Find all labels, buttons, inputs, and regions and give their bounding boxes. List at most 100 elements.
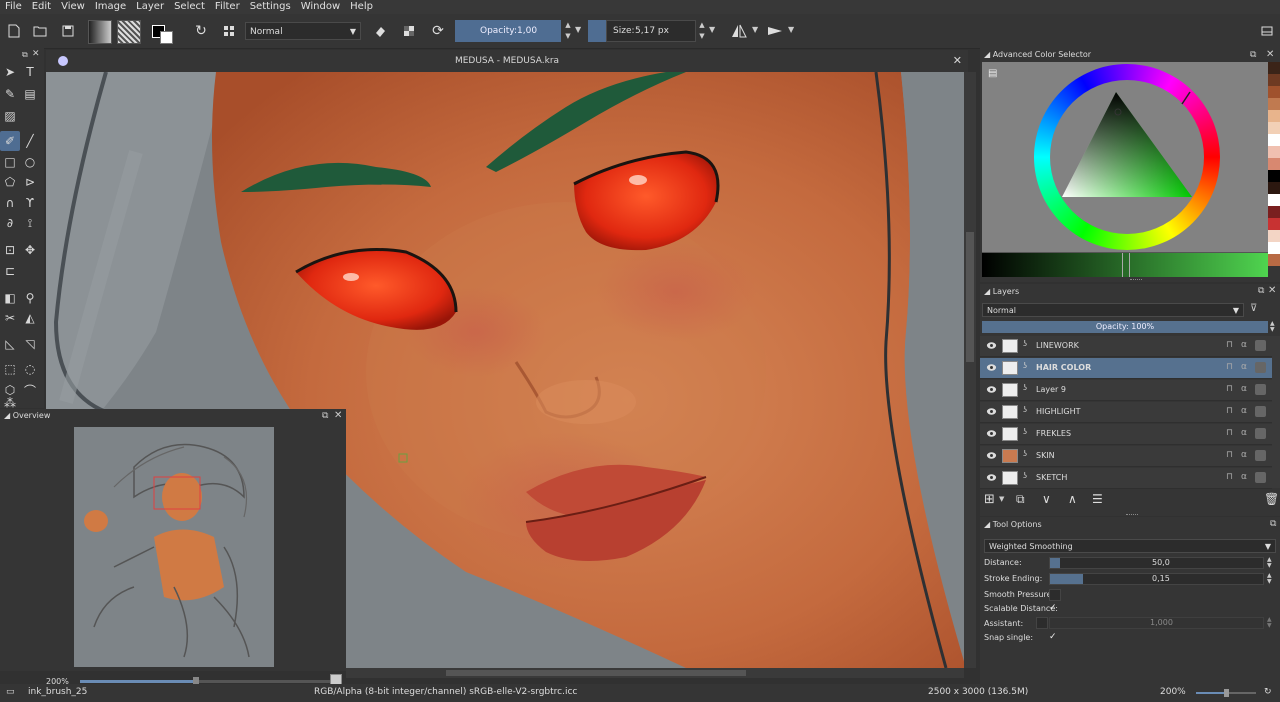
layer-blend-mode-select[interactable]: Normal ▼ [982,303,1244,317]
document-tab[interactable]: MEDUSA - MEDUSA.kra ✕ [46,50,968,72]
preserve-alpha-icon[interactable]: ↻ [190,20,212,42]
lock-icon[interactable]: ⊓ [1226,384,1236,395]
layer-opacity-slider[interactable]: Opacity: 100% [982,321,1268,333]
float-panel-icon[interactable]: ⧉ [1270,519,1276,529]
delete-layer-icon[interactable]: 🗑 [1264,492,1279,506]
overview-thumbnail[interactable] [74,427,274,667]
assistant-checkbox[interactable] [1036,617,1048,629]
calligraphy-tool-icon[interactable]: ▤ [20,84,40,104]
assistant-spinner[interactable]: ▲ ▼ [1267,617,1277,629]
close-icon[interactable]: ✕ [1268,285,1276,296]
bezier-tool-icon[interactable]: ∩ [0,193,20,213]
size-slider[interactable]: Size: 5,17 px [606,20,696,42]
layer-name[interactable]: HIGHLIGHT [1036,407,1081,416]
canvas-horizontal-scrollbar[interactable] [346,668,964,678]
layer-properties-icon[interactable]: ☰ [1092,492,1103,506]
gradient-preset-icon[interactable] [88,20,112,44]
move-layer-down-icon[interactable]: ∨ [1042,492,1051,506]
new-document-icon[interactable] [3,20,25,42]
gradient-edit-tool-icon[interactable]: ▨ [0,106,20,126]
blend-mode-select[interactable]: Normal ▼ [245,22,361,40]
zoom-level[interactable]: 200% [1160,687,1186,697]
color-selector-area[interactable]: ▤ [982,62,1268,252]
overview-zoom-slider[interactable] [80,677,330,686]
menu-layer[interactable]: Layer [131,0,169,14]
palette-swatch[interactable] [1268,254,1280,266]
scrollbar-thumb[interactable] [446,670,746,676]
transform-tool-icon[interactable]: ⊡ [0,240,20,260]
chevron-down-icon[interactable]: ▼ [709,25,715,34]
menu-image[interactable]: Image [90,0,131,14]
inherit-alpha-icon[interactable] [1255,472,1266,483]
palette-swatch[interactable] [1268,230,1280,242]
layer-name[interactable]: LINEWORK [1036,341,1079,350]
reload-preset-icon[interactable]: ⟳ [427,20,449,42]
layer-name[interactable]: Layer 9 [1036,385,1066,394]
close-icon[interactable]: ✕ [32,49,40,59]
distance-slider[interactable]: 50,0 [1049,557,1264,569]
lock-icon[interactable]: ⊓ [1226,362,1236,373]
float-panel-icon[interactable]: ⧉ [1258,286,1264,296]
alpha-lock-icon[interactable]: α [1241,428,1251,439]
splitter-handle[interactable] [1130,279,1142,282]
mirror-vertical-icon[interactable] [764,20,786,42]
palette-swatch[interactable] [1268,170,1280,182]
freehand-selection-tool-icon[interactable]: ⌒ [20,380,40,400]
crop-tool-icon[interactable]: ⊏ [0,261,20,281]
layer-row[interactable]: ʖ HIGHLIGHT ⊓ α [980,402,1272,423]
assistant-tool-icon[interactable]: ◺ [0,334,20,354]
smooth-pressure-checkbox[interactable] [1049,589,1061,601]
layer-name[interactable]: HAIR COLOR [1036,363,1091,372]
canvas-vertical-scrollbar[interactable] [964,72,976,668]
panel-menu-icon[interactable]: ◢ [984,50,990,59]
rotate-canvas-icon[interactable]: ↻ [1264,687,1272,697]
fill-tool-icon[interactable]: ◭ [20,308,40,328]
eye-icon[interactable] [986,472,997,483]
layer-name[interactable]: FREKLES [1036,429,1071,438]
inherit-alpha-icon[interactable] [1255,428,1266,439]
palette-swatch[interactable] [1268,182,1280,194]
float-panel-icon[interactable]: ⧉ [1250,50,1256,60]
inherit-alpha-icon[interactable] [1255,406,1266,417]
inherit-alpha-icon[interactable] [1255,362,1266,373]
palette-swatch[interactable] [1268,242,1280,254]
inherit-alpha-icon[interactable] [1255,384,1266,395]
zoom-slider[interactable] [1196,689,1256,697]
palette-swatch[interactable] [1268,146,1280,158]
layer-row[interactable]: ʖ SKIN ⊓ α [980,446,1272,467]
lock-icon[interactable]: ⊓ [1226,428,1236,439]
line-tool-icon[interactable]: ╱ [20,131,40,151]
eye-icon[interactable] [986,450,997,461]
eraser-icon[interactable] [369,20,391,42]
alpha-lock-icon[interactable]: α [1241,362,1251,373]
distance-spinner[interactable]: ▲ ▼ [1267,557,1277,569]
pattern-preset-icon[interactable] [117,20,141,44]
chevron-down-icon[interactable]: ▼ [752,25,758,34]
move-tool-icon[interactable]: ✥ [20,240,40,260]
duplicate-layer-icon[interactable]: ⧉ [1016,492,1025,507]
palette-swatch[interactable] [1268,134,1280,146]
palette-swatch[interactable] [1268,122,1280,134]
inherit-alpha-icon[interactable] [1255,340,1266,351]
palette-swatch[interactable] [1268,110,1280,122]
grid-icon[interactable] [218,20,240,42]
palette-swatch[interactable] [1268,218,1280,230]
snap-single-checkbox[interactable]: ✓ [1049,632,1059,642]
open-folder-icon[interactable] [29,20,51,42]
eye-icon[interactable] [986,340,997,351]
rectangular-selection-tool-icon[interactable]: ⬚ [0,359,20,379]
elliptical-selection-tool-icon[interactable]: ◌ [20,359,40,379]
layer-row[interactable]: ʖ FREKLES ⊓ α [980,424,1272,445]
lock-icon[interactable]: ⊓ [1226,472,1236,483]
add-layer-icon[interactable]: ⊞ [984,492,995,507]
multibrush-tool-icon[interactable]: ⟟ [20,213,40,233]
alpha-lock-icon[interactable]: α [1241,406,1251,417]
text-tool-icon[interactable]: T [20,62,40,82]
menu-file[interactable]: File [0,0,27,14]
chevron-down-icon[interactable]: ▼ [575,25,581,34]
palette-swatch[interactable] [1268,158,1280,170]
layers-scrollbar[interactable] [1272,336,1280,488]
move-layer-up-icon[interactable]: ∧ [1068,492,1077,506]
close-icon[interactable]: ✕ [1266,49,1274,60]
eye-icon[interactable] [986,384,997,395]
